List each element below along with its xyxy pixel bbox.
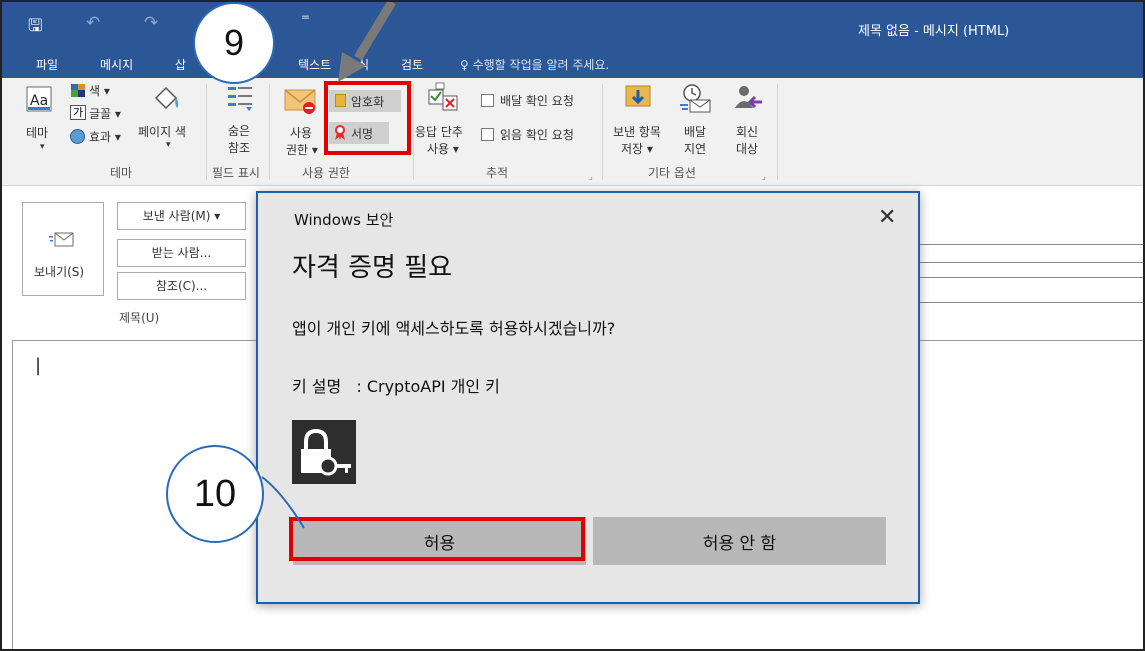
tab-insert[interactable]: 삽 [175, 56, 186, 73]
dialog-question: 앱이 개인 키에 액세스하도록 허용하시겠습니까? [292, 319, 616, 338]
tell-me-search[interactable]: ♀ 수행할 작업을 알려 주세요. [460, 56, 609, 73]
group-divider [777, 84, 778, 180]
themes-dropdown-icon: ▾ [40, 142, 45, 152]
permission-label-line2: 권한 ▾ [286, 143, 318, 157]
themes-icon: Aa [26, 86, 52, 112]
fonts-button[interactable]: 글꼴 ▾ [89, 105, 121, 122]
from-button[interactable]: 보낸 사람(M) ▾ [117, 202, 246, 230]
tab-message[interactable]: 메시지 [100, 56, 133, 73]
bcc-icon [228, 87, 252, 111]
subject-field[interactable] [912, 302, 1143, 303]
key-description-label: 키 설명 [292, 377, 342, 396]
svg-text:Aa: Aa [30, 93, 48, 109]
group-label-permission: 사용 권한 [302, 166, 350, 180]
send-label: 보내기(S) [34, 265, 85, 279]
redo-icon[interactable]: ↷ [144, 13, 158, 33]
read-receipt-label: 읽음 확인 요청 [500, 128, 574, 142]
ribbon-tabs: 파일 메시지 삽 텍스트 식 검토 ♀ 수행할 작업을 알려 주세요. [2, 53, 1143, 78]
field-divider [912, 262, 1143, 263]
delivery-receipt-checkbox[interactable] [481, 94, 494, 107]
envelope-restrict-icon [284, 89, 316, 114]
page-color-dropdown-icon: ▾ [166, 140, 171, 150]
page-color-label: 페이지 색 [138, 125, 186, 139]
voting-icon [428, 82, 458, 111]
subject-label: 제목(U) [119, 311, 160, 325]
pointer-arrow-icon [338, 2, 396, 82]
read-receipt-checkbox[interactable] [481, 128, 494, 141]
direct-replies-icon [735, 86, 762, 109]
title-bar: 🖫 ↶ ↷ ⁼ 제목 없음 - 메시지 (HTML) [2, 2, 1143, 53]
group-label-show-fields: 필드 표시 [212, 166, 260, 180]
themes-label: 테마 [26, 126, 49, 140]
bcc-label-line1: 숨은 [228, 124, 251, 138]
key-description-value: : CryptoAPI 개인 키 [356, 377, 500, 396]
key-description-row: 키 설명 : CryptoAPI 개인 키 [292, 373, 500, 397]
undo-icon[interactable]: ↶ [86, 13, 100, 33]
close-icon[interactable]: ✕ [878, 205, 896, 230]
highlight-allow-button [289, 517, 585, 561]
cc-button[interactable]: 참조(C)... [117, 272, 246, 300]
effects-button[interactable]: 효과 ▾ [89, 128, 121, 145]
delivery-receipt-label: 배달 확인 요청 [500, 94, 574, 108]
send-envelope-icon [49, 232, 74, 247]
tab-file[interactable]: 파일 [36, 56, 58, 73]
save-sent-label-line2: 저장 ▾ [621, 142, 653, 156]
group-label-theme: 테마 [110, 166, 133, 180]
save-icon[interactable]: 🖫 [28, 13, 42, 42]
send-button[interactable]: 보내기(S) [22, 202, 104, 296]
group-label-more-options: 기타 옵션 [648, 166, 696, 180]
more-options-dialog-launcher-icon[interactable]: ⌟ [762, 172, 766, 181]
step-9-callout: 9 [193, 2, 275, 84]
permission-label-line1: 사용 [290, 126, 313, 140]
delay-delivery-icon [680, 84, 711, 113]
to-field[interactable] [912, 244, 1143, 245]
window-title: 제목 없음 - 메시지 (HTML) [858, 24, 1010, 39]
voting-label-line1: 응답 단추 [415, 125, 463, 139]
group-label-tracking: 추적 [486, 166, 509, 180]
delay-label-line2: 지연 [684, 142, 707, 156]
paint-bucket-icon [154, 86, 179, 110]
colors-button[interactable]: 색 ▾ [89, 82, 110, 99]
fonts-icon: 가 [70, 105, 86, 120]
voting-label-line2: 사용 ▾ [427, 142, 459, 156]
colors-icon [71, 84, 85, 97]
delay-label-line1: 배달 [684, 125, 707, 139]
to-button[interactable]: 받는 사람... [117, 239, 246, 267]
direct-replies-label-line2: 대상 [736, 142, 759, 156]
cc-field[interactable] [912, 277, 1143, 278]
tracking-dialog-launcher-icon[interactable]: ⌟ [589, 172, 593, 181]
dialog-heading: 자격 증명 필요 [292, 253, 453, 283]
ribbon: Aa 테마 ▾ 색 ▾ 가 글꼴 ▾ 효과 ▾ 페이지 색 ▾ 테마 숨은 참조… [2, 78, 1143, 186]
group-divider [413, 84, 414, 180]
screenshot: 🖫 ↶ ↷ ⁼ 제목 없음 - 메시지 (HTML) 파일 메시지 삽 텍스트 … [0, 0, 1145, 651]
deny-button[interactable]: 허용 안 함 [593, 517, 886, 565]
highlight-sign-button [324, 81, 411, 155]
bcc-label-line2: 참조 [228, 141, 251, 155]
save-sent-icon [625, 85, 651, 107]
group-divider [269, 84, 270, 180]
step-10-callout: 10 [166, 445, 264, 543]
text-cursor: | [35, 355, 42, 376]
direct-replies-label-line1: 회신 [736, 125, 759, 139]
effects-icon [70, 129, 85, 144]
group-divider [602, 84, 603, 180]
dialog-app-name: Windows 보안 [294, 211, 394, 229]
group-divider [206, 84, 207, 180]
save-sent-label-line1: 보낸 항목 [613, 125, 661, 139]
